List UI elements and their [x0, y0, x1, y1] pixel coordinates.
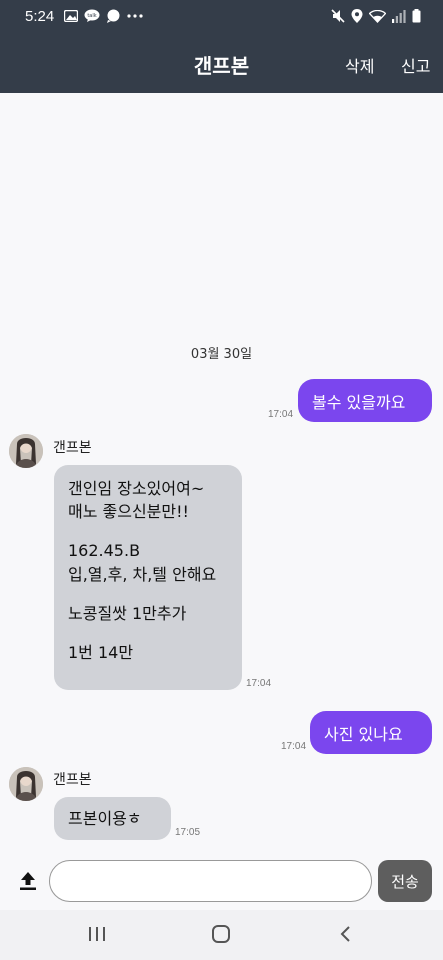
status-right-icons — [331, 9, 421, 23]
wifi-icon — [369, 9, 386, 23]
more-dots-icon — [127, 14, 143, 18]
message-time: 17:04 — [281, 741, 307, 752]
chat-bubble-icon — [106, 9, 121, 23]
gallery-icon — [64, 10, 78, 22]
message-time: 17:04 — [246, 678, 272, 689]
message-composer: 전송 — [0, 853, 443, 910]
message-line: 노콩질쌋 1만추가 — [68, 603, 187, 623]
message-line: 입,열,후, 차,텔 안해요 — [68, 564, 217, 584]
status-bar: 5:24 talk — [0, 0, 443, 32]
message-line — [68, 625, 228, 641]
date-separator: 03월 30일 — [190, 347, 253, 362]
sender-name: 갠프본 — [53, 440, 92, 456]
recents-icon[interactable] — [88, 924, 106, 948]
battery-icon — [412, 9, 421, 23]
app-header: 5:24 talk 갠프본 삭제 신고 — [0, 0, 443, 93]
message-line: 162.45.B — [68, 541, 141, 561]
home-icon[interactable] — [211, 924, 231, 948]
mute-icon — [331, 9, 345, 23]
system-nav-bar — [0, 910, 443, 960]
incoming-message[interactable]: 프본이용ㅎ — [54, 797, 171, 840]
message-line — [68, 586, 228, 602]
outgoing-message[interactable]: 볼수 있을까요 — [298, 379, 432, 422]
location-icon — [351, 9, 363, 23]
send-button[interactable]: 전송 — [378, 860, 432, 902]
incoming-message[interactable]: 갠인임 장소있어여~ 매노 좋으신분만!! 162.45.B 입,열,후, 차,… — [54, 465, 242, 690]
message-line: 프본이용ㅎ — [68, 808, 142, 828]
status-time: 5:24 — [25, 8, 55, 25]
message-time: 17:05 — [175, 827, 201, 838]
upload-icon[interactable] — [18, 871, 38, 895]
message-line: 매노 좋으신분만!! — [68, 502, 189, 522]
status-left-icons: talk — [64, 9, 143, 23]
talk-icon: talk — [84, 9, 100, 23]
message-line: 갠인임 장소있어여~ — [68, 479, 205, 498]
outgoing-message[interactable]: 사진 있나요 — [310, 711, 432, 754]
page-title: 갠프본 — [193, 54, 250, 78]
avatar[interactable] — [9, 767, 43, 801]
back-icon[interactable] — [338, 924, 352, 948]
message-line — [68, 523, 228, 539]
message-line: 1번 14만 — [68, 642, 134, 662]
svg-text:talk: talk — [87, 13, 96, 19]
message-time: 17:04 — [268, 409, 294, 420]
delete-button[interactable]: 삭제 — [345, 53, 374, 77]
signal-icon — [392, 9, 406, 23]
chat-area[interactable]: 03월 30일 17:04 볼수 있을까요 갠프본 갠인임 장소있어여~ 매노 … — [0, 93, 443, 853]
sender-name: 갠프본 — [53, 772, 92, 788]
avatar[interactable] — [9, 434, 43, 468]
message-input[interactable] — [49, 860, 372, 902]
report-button[interactable]: 신고 — [401, 53, 430, 77]
